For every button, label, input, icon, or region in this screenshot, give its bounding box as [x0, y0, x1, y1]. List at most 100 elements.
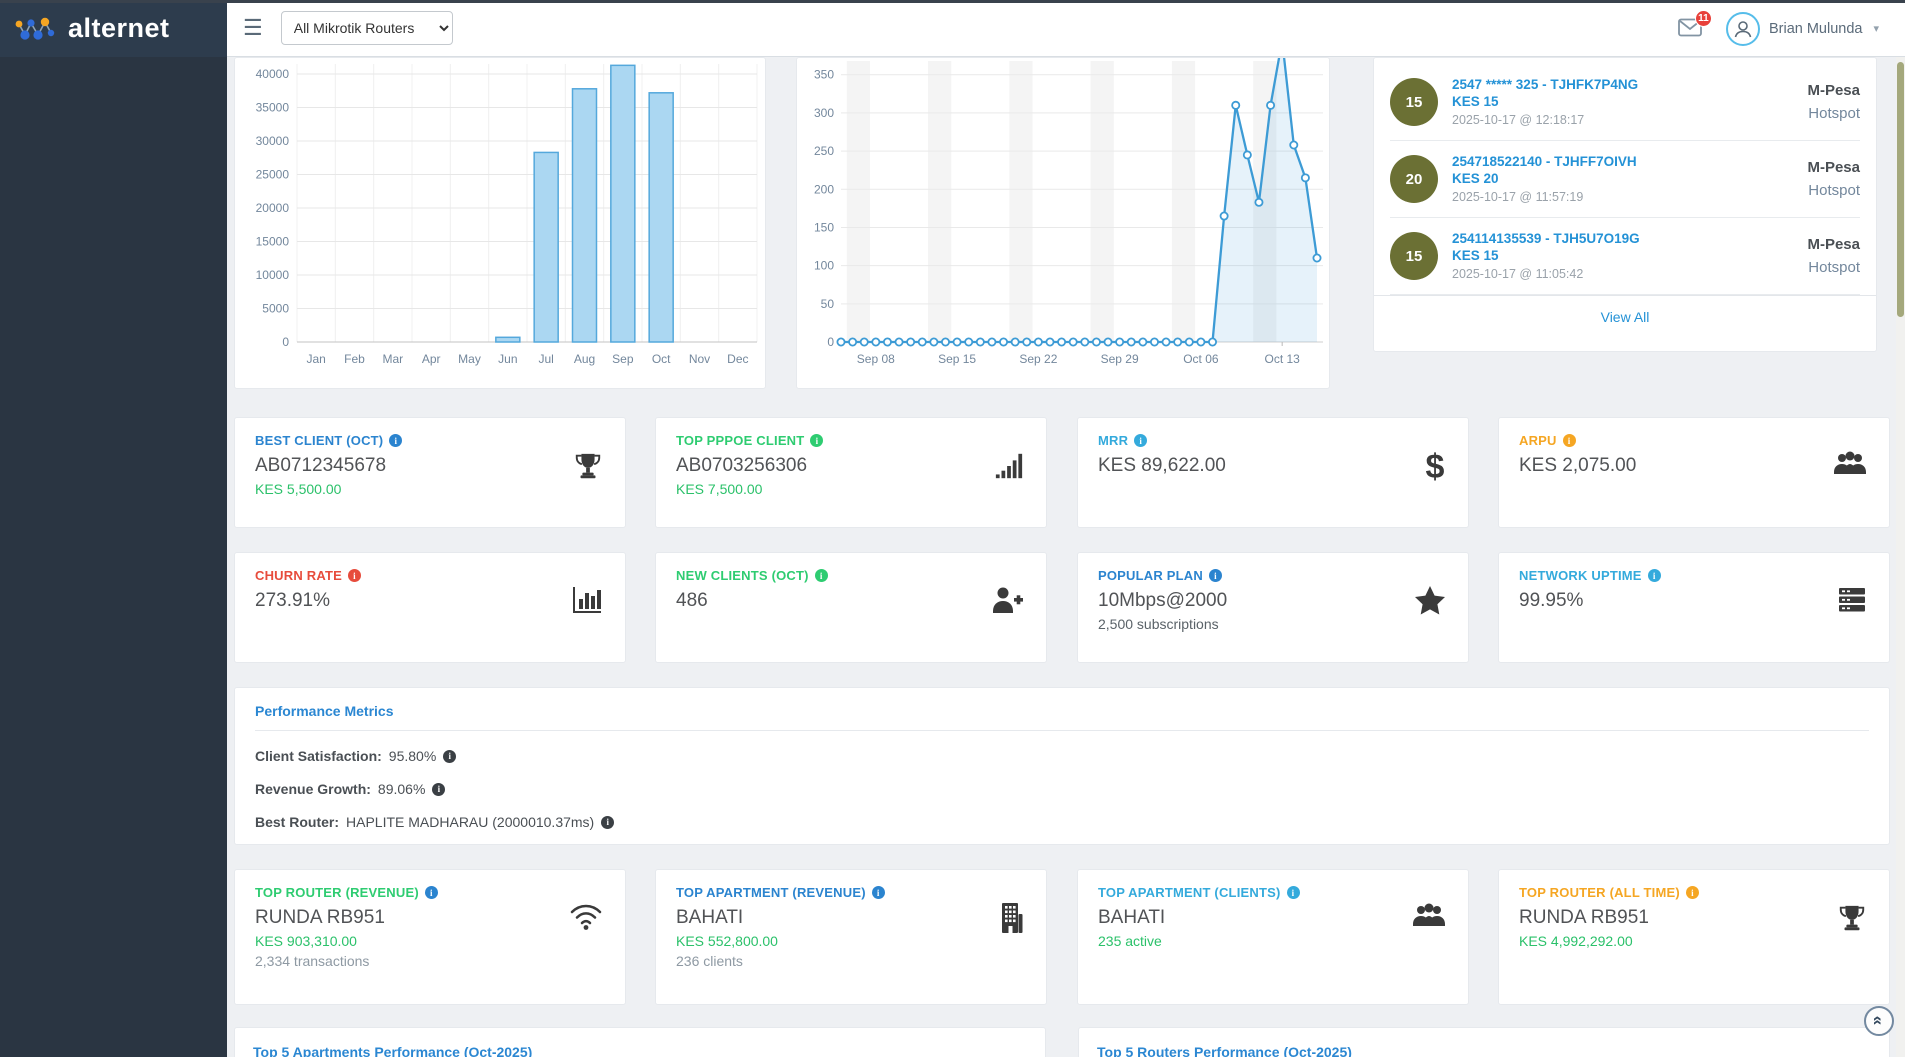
top5-routers-heading: Top 5 Routers Performance (Oct-2025): [1097, 1044, 1871, 1057]
notification-badge: 11: [1695, 10, 1712, 27]
card-title: TOP ROUTER (ALL TIME): [1519, 885, 1680, 900]
transaction-row: 15 2547 ***** 325 - TJHFK7P4NG KES 15 20…: [1390, 64, 1860, 141]
info-icon[interactable]: i: [1563, 434, 1576, 447]
svg-text:Feb: Feb: [344, 352, 365, 366]
svg-text:30000: 30000: [256, 134, 290, 148]
transaction-amount-badge: 20: [1390, 155, 1438, 203]
top-apartment-revenue-card: TOP APARTMENT (REVENUE) i BAHATI KES 552,…: [655, 869, 1047, 1005]
svg-text:100: 100: [814, 259, 834, 273]
svg-text:$: $: [1426, 450, 1445, 486]
users-icon: [1412, 902, 1446, 930]
info-icon[interactable]: i: [348, 569, 361, 582]
top-apartment-active: 235 active: [1098, 933, 1448, 949]
top-apartment-clients-card: TOP APARTMENT (CLIENTS)i BAHATI 235 acti…: [1077, 869, 1469, 1005]
user-menu[interactable]: Brian Mulunda ▾: [1726, 12, 1879, 46]
page-scrollbar[interactable]: [1896, 57, 1905, 1057]
svg-text:20000: 20000: [256, 201, 290, 215]
top5-apartments-heading: Top 5 Apartments Performance (Oct-2025): [253, 1044, 1027, 1057]
chevron-double-up-icon: «: [1871, 1015, 1888, 1024]
monthly-revenue-bar-chart: 0500010000150002000025000300003500040000…: [235, 58, 766, 388]
top-router-revenue-card: TOP ROUTER (REVENUE)i RUNDA RB951 KES 90…: [234, 869, 626, 1005]
card-title: NEW CLIENTS (OCT): [676, 568, 809, 583]
card-title: TOP APARTMENT (REVENUE): [676, 885, 866, 900]
card-title: POPULAR PLAN: [1098, 568, 1203, 583]
svg-text:40000: 40000: [256, 67, 290, 81]
info-icon[interactable]: i: [1209, 569, 1222, 582]
svg-text:Sep: Sep: [612, 352, 634, 366]
recent-transactions-panel: 15 2547 ***** 325 - TJHFK7P4NG KES 15 20…: [1373, 57, 1877, 352]
info-icon[interactable]: i: [432, 783, 445, 796]
top5-routers-panel: Top 5 Routers Performance (Oct-2025): [1078, 1027, 1890, 1057]
user-name: Brian Mulunda: [1769, 21, 1863, 37]
svg-text:25000: 25000: [256, 168, 290, 182]
info-icon[interactable]: i: [601, 816, 614, 829]
transaction-timestamp: 2025-10-17 @ 11:05:42: [1452, 267, 1807, 281]
top-navbar: ☰ All Mikrotik Routers 11 Brian Mulunda …: [227, 0, 1905, 57]
svg-text:10000: 10000: [256, 268, 290, 282]
top-apartment-clients: 236 clients: [676, 953, 1026, 969]
card-title: TOP APARTMENT (CLIENTS): [1098, 885, 1281, 900]
brand-molecule-icon: [14, 14, 60, 44]
server-icon: [1837, 585, 1867, 615]
svg-text:150: 150: [814, 220, 834, 234]
info-icon[interactable]: i: [1686, 886, 1699, 899]
notifications-button[interactable]: 11: [1678, 18, 1704, 40]
svg-text:Oct 06: Oct 06: [1183, 352, 1219, 366]
top-apartment-name: BAHATI: [676, 907, 1026, 929]
info-icon[interactable]: i: [1287, 886, 1300, 899]
trophy-icon: [1837, 902, 1867, 934]
svg-text:Dec: Dec: [727, 352, 748, 366]
view-all-link[interactable]: View All: [1601, 309, 1650, 325]
service-type: Hotspot: [1807, 182, 1860, 199]
top-router-alltime-card: TOP ROUTER (ALL TIME)i RUNDA RB951 KES 4…: [1498, 869, 1890, 1005]
arpu-card: ARPUi KES 2,075.00: [1498, 417, 1890, 528]
svg-text:5000: 5000: [262, 302, 289, 316]
app-logo[interactable]: alternet: [0, 0, 227, 57]
card-title: TOP PPPOE CLIENT: [676, 433, 804, 448]
card-title: BEST CLIENT (OCT): [255, 433, 383, 448]
info-icon[interactable]: i: [872, 886, 885, 899]
transaction-link[interactable]: 254718522140 - TJHFF7OIVH KES 20: [1452, 154, 1807, 188]
transaction-amount-badge: 15: [1390, 232, 1438, 280]
scroll-to-top-button[interactable]: «: [1864, 1006, 1894, 1036]
svg-text:250: 250: [814, 144, 834, 158]
svg-text:300: 300: [814, 106, 834, 120]
person-icon: [1732, 18, 1754, 40]
top-router-alltime-amount: KES 4,992,292.00: [1519, 933, 1869, 949]
bar-chart-icon: [571, 585, 603, 615]
info-icon[interactable]: i: [1134, 434, 1147, 447]
sidebar-toggle-icon[interactable]: ☰: [243, 15, 263, 41]
transaction-link[interactable]: 2547 ***** 325 - TJHFK7P4NG KES 15: [1452, 77, 1807, 111]
transaction-row: 15 254114135539 - TJH5U7O19G KES 15 2025…: [1390, 218, 1860, 295]
info-icon[interactable]: i: [1648, 569, 1661, 582]
signal-bars-icon: [994, 450, 1024, 482]
svg-text:200: 200: [814, 182, 834, 196]
transaction-timestamp: 2025-10-17 @ 12:18:17: [1452, 113, 1807, 127]
payment-method: M-Pesa: [1807, 236, 1860, 253]
router-filter-select[interactable]: All Mikrotik Routers: [281, 11, 453, 45]
svg-text:Sep 08: Sep 08: [857, 352, 895, 366]
info-icon[interactable]: i: [425, 886, 438, 899]
svg-text:Apr: Apr: [422, 352, 441, 366]
top-pppoe-client-card: TOP PPPOE CLIENTi AB0703256306 KES 7,500…: [655, 417, 1047, 528]
sidebar: alternet: [0, 0, 227, 1057]
top-apartment-amount: KES 552,800.00: [676, 933, 1026, 949]
popular-plan-value: 10Mbps@2000: [1098, 590, 1448, 612]
arpu-value: KES 2,075.00: [1519, 455, 1869, 477]
dollar-icon: $: [1424, 450, 1446, 486]
best-client-amount: KES 5,500.00: [255, 481, 605, 497]
info-icon[interactable]: i: [810, 434, 823, 447]
best-client-card: BEST CLIENT (OCT)i AB0712345678 KES 5,50…: [234, 417, 626, 528]
info-icon[interactable]: i: [389, 434, 402, 447]
transaction-link[interactable]: 254114135539 - TJH5U7O19G KES 15: [1452, 231, 1807, 265]
top-router-amount: KES 903,310.00: [255, 933, 605, 949]
info-icon[interactable]: i: [443, 750, 456, 763]
svg-text:0: 0: [282, 335, 289, 349]
transaction-timestamp: 2025-10-17 @ 11:57:19: [1452, 190, 1807, 204]
info-icon[interactable]: i: [815, 569, 828, 582]
scrollbar-thumb[interactable]: [1897, 62, 1904, 317]
card-title: MRR: [1098, 433, 1128, 448]
service-type: Hotspot: [1807, 259, 1860, 276]
top-pppoe-amount: KES 7,500.00: [676, 481, 1026, 497]
daily-transactions-line-chart: 050100150200250300350Sep 08Sep 15Sep 22S…: [797, 58, 1330, 388]
